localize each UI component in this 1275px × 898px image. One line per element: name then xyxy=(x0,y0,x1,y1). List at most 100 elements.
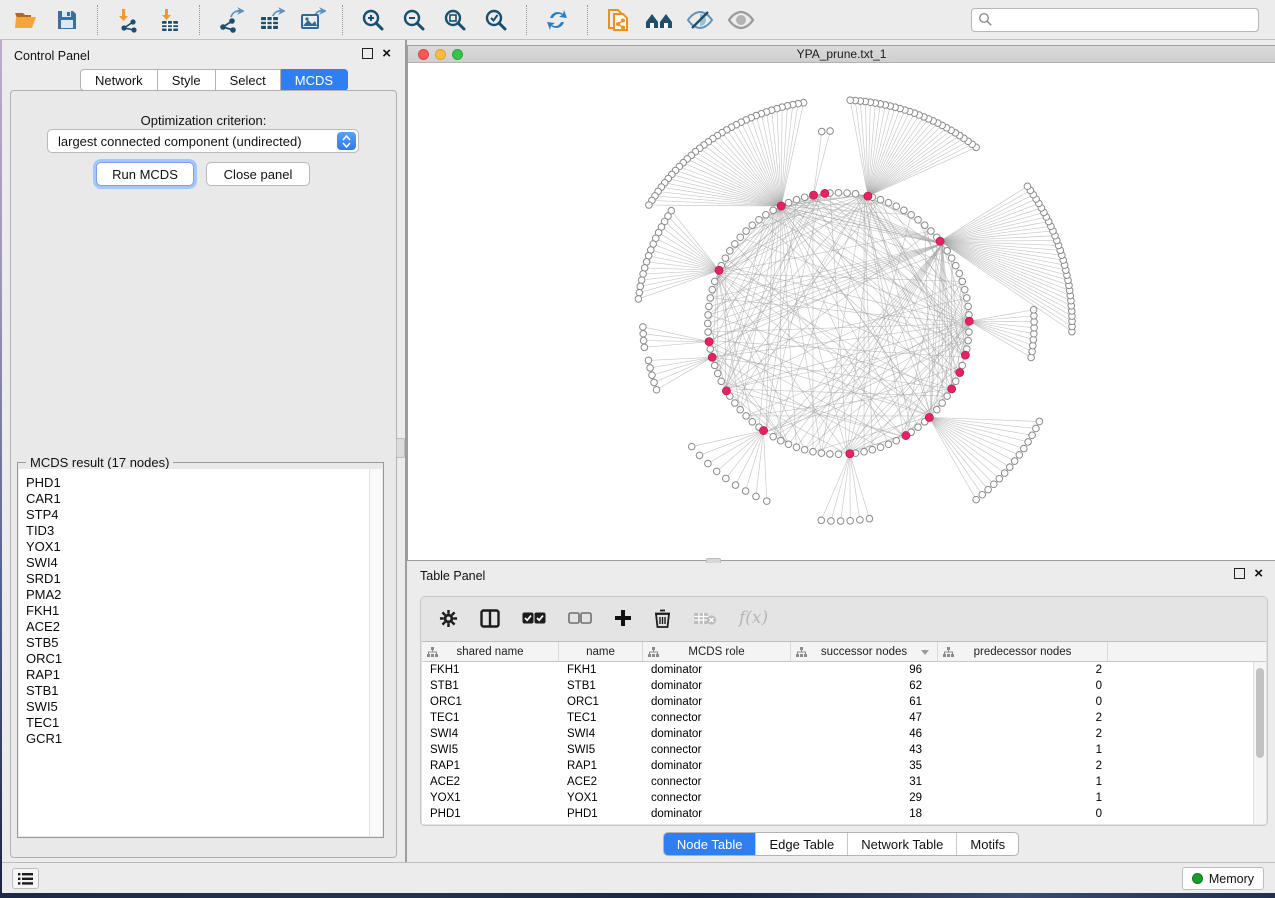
result-scrollbar[interactable] xyxy=(369,469,382,836)
add-row-icon[interactable] xyxy=(614,609,632,627)
graph-node[interactable] xyxy=(827,451,834,458)
table-cell[interactable]: 46 xyxy=(791,728,938,740)
show-graphics-details-icon[interactable] xyxy=(725,4,757,36)
graph-node[interactable] xyxy=(1025,439,1032,446)
float-panel-icon[interactable] xyxy=(362,48,373,59)
tab-mcds[interactable]: MCDS xyxy=(281,69,348,91)
graph-node[interactable] xyxy=(756,216,763,223)
export-network-icon[interactable] xyxy=(214,4,246,36)
table-row[interactable]: SWI4SWI4dominator462 xyxy=(422,726,1266,742)
graph-node[interactable] xyxy=(959,362,966,369)
graph-node[interactable] xyxy=(646,202,653,209)
column-settings-gear-icon[interactable] xyxy=(439,609,458,628)
graph-node[interactable] xyxy=(640,330,647,337)
graph-mcds-node[interactable] xyxy=(846,450,854,458)
table-cell[interactable]: dominator xyxy=(643,728,791,740)
graph-node[interactable] xyxy=(963,295,970,302)
graph-node[interactable] xyxy=(732,482,739,489)
result-node-item[interactable]: PHD1 xyxy=(26,475,369,491)
graph-node[interactable] xyxy=(643,259,650,266)
result-node-item[interactable]: SWI5 xyxy=(26,699,369,715)
graph-mcds-node[interactable] xyxy=(777,202,785,210)
table-cell[interactable]: TEC1 xyxy=(559,712,643,724)
graph-node[interactable] xyxy=(793,444,800,451)
graph-node[interactable] xyxy=(961,286,968,293)
graph-node[interactable] xyxy=(709,286,716,293)
graph-node[interactable] xyxy=(835,189,842,196)
table-cell[interactable]: 96 xyxy=(791,664,938,676)
import-network-icon[interactable] xyxy=(112,4,144,36)
graph-node[interactable] xyxy=(985,486,992,493)
result-node-item[interactable]: SWI4 xyxy=(26,555,369,571)
tab-network[interactable]: Network xyxy=(80,69,158,91)
zoom-in-icon[interactable] xyxy=(357,4,389,36)
graph-node[interactable] xyxy=(711,362,718,369)
select-all-icon[interactable] xyxy=(522,612,546,624)
graph-mcds-node[interactable] xyxy=(708,353,716,361)
graph-node[interactable] xyxy=(743,413,750,420)
close-panel-button[interactable]: Close panel xyxy=(206,162,310,186)
table-cell[interactable]: 0 xyxy=(938,808,1108,820)
graph-node[interactable] xyxy=(1016,452,1023,459)
table-cell[interactable]: 62 xyxy=(791,680,938,692)
column-header-successor-nodes[interactable]: successor nodes xyxy=(791,642,938,661)
result-node-item[interactable]: CAR1 xyxy=(26,491,369,507)
graph-node[interactable] xyxy=(1033,425,1040,432)
table-cell[interactable]: ACE2 xyxy=(422,776,559,788)
graph-node[interactable] xyxy=(869,446,876,453)
graph-node[interactable] xyxy=(965,303,972,310)
graph-mcds-node[interactable] xyxy=(864,192,872,200)
table-cell[interactable]: connector xyxy=(643,792,791,804)
graph-node[interactable] xyxy=(763,212,770,219)
table-cell[interactable]: SWI4 xyxy=(559,728,643,740)
table-cell[interactable]: 0 xyxy=(938,680,1108,692)
result-node-item[interactable]: STB1 xyxy=(26,683,369,699)
tab-style[interactable]: Style xyxy=(158,69,216,91)
table-cell[interactable]: 43 xyxy=(791,744,938,756)
open-session-icon[interactable] xyxy=(10,4,42,36)
table-row[interactable]: YOX1YOX1connector291 xyxy=(422,790,1266,806)
table-cell[interactable]: RAP1 xyxy=(559,760,643,772)
graph-mcds-node[interactable] xyxy=(961,351,969,359)
table-cell[interactable]: FKH1 xyxy=(422,664,559,676)
graph-node[interactable] xyxy=(934,406,941,413)
table-cell[interactable]: STB1 xyxy=(559,680,643,692)
table-row[interactable]: ORC1ORC1dominator610 xyxy=(422,694,1266,710)
export-table-icon[interactable] xyxy=(255,4,287,36)
result-node-item[interactable]: RAP1 xyxy=(26,667,369,683)
delete-row-icon[interactable] xyxy=(654,609,671,628)
graph-node[interactable] xyxy=(649,372,656,379)
graph-node[interactable] xyxy=(966,329,973,336)
table-cell[interactable]: connector xyxy=(643,776,791,788)
graph-node[interactable] xyxy=(847,517,854,524)
graph-node[interactable] xyxy=(722,255,729,262)
graph-node[interactable] xyxy=(866,515,873,522)
graph-node[interactable] xyxy=(861,448,868,455)
graph-node[interactable] xyxy=(705,312,712,319)
graph-node[interactable] xyxy=(727,248,734,255)
graph-node[interactable] xyxy=(793,196,800,203)
result-node-item[interactable]: FKH1 xyxy=(26,603,369,619)
table-row[interactable]: TEC1TEC1connector472 xyxy=(422,710,1266,726)
graph-node[interactable] xyxy=(714,370,721,377)
graph-node[interactable] xyxy=(688,443,695,450)
graph-node[interactable] xyxy=(952,378,959,385)
graph-node[interactable] xyxy=(651,379,658,386)
graph-node[interactable] xyxy=(885,441,892,448)
graph-node[interactable] xyxy=(952,262,959,269)
graph-node[interactable] xyxy=(713,468,720,475)
result-node-item[interactable]: YOX1 xyxy=(26,539,369,555)
table-cell[interactable]: SWI4 xyxy=(422,728,559,740)
table-cell[interactable]: FKH1 xyxy=(559,664,643,676)
graph-node[interactable] xyxy=(785,199,792,206)
float-table-panel-icon[interactable] xyxy=(1234,568,1245,579)
graph-node[interactable] xyxy=(818,128,825,135)
result-node-item[interactable]: STP4 xyxy=(26,507,369,523)
table-cell[interactable]: 47 xyxy=(791,712,938,724)
table-cell[interactable]: dominator xyxy=(643,760,791,772)
graph-node[interactable] xyxy=(1006,464,1013,471)
graph-node[interactable] xyxy=(939,400,946,407)
memory-button[interactable]: Memory xyxy=(1182,867,1264,890)
table-cell[interactable]: ACE2 xyxy=(559,776,643,788)
graph-node[interactable] xyxy=(1011,458,1018,465)
